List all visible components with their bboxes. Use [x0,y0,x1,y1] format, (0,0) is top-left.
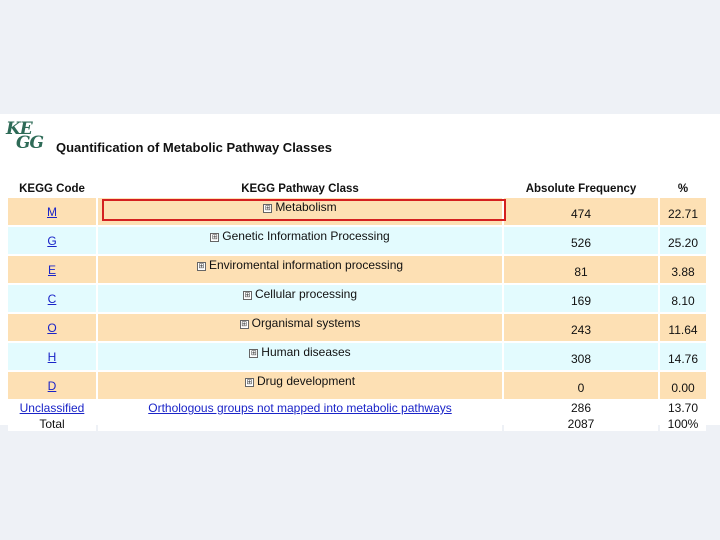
class-label: Human diseases [261,345,351,359]
percent-cell: 14.76 [660,343,706,370]
class-cell: ⊞ Human diseases [98,343,502,370]
code-cell: M [8,198,96,225]
frequency-cell: 308 [504,343,658,370]
expand-icon[interactable]: ⊞ [196,262,206,271]
class-label: Genetic Information Processing [222,229,390,243]
frequency-cell: 526 [504,227,658,254]
page-title: Quantification of Metabolic Pathway Clas… [56,140,332,155]
frequency-cell: 243 [504,314,658,341]
percent-cell: 11.64 [660,314,706,341]
kegg-logo: KE GG [6,121,44,153]
percent-cell: 0.00 [660,372,706,399]
code-link[interactable]: O [47,321,56,335]
code-cell: E [8,256,96,283]
percent-cell: 22.71 [660,198,706,225]
code-link[interactable]: H [48,350,57,364]
expand-icon[interactable]: ⊞ [242,291,252,300]
total-frequency: 2087 [504,417,658,431]
class-cell: ⊞ Organismal systems [98,314,502,341]
table-row: C ⊞ Cellular processing 169 8.10 [8,285,706,312]
table-row: D ⊞ Drug development 0 0.00 [8,372,706,399]
frequency-cell: 169 [504,285,658,312]
unclassified-link[interactable]: Unclassified [20,401,85,415]
logo-line-2: GG [16,133,44,153]
class-label: Organismal systems [251,316,361,330]
content-panel: KE GG Quantification of Metabolic Pathwa… [0,114,720,431]
code-cell: Unclassified [8,401,96,415]
table-row: H ⊞ Human diseases 308 14.76 [8,343,706,370]
total-row: Total 2087 100% [8,417,706,431]
column-header-percent: % [677,183,689,195]
empty-cell [98,417,502,431]
expand-icon[interactable]: ⊞ [244,378,254,387]
frequency-cell: 474 [504,198,658,225]
code-cell: C [8,285,96,312]
code-cell: D [8,372,96,399]
table-row: G ⊞ Genetic Information Processing 526 25.20 [8,227,706,254]
code-cell: O [8,314,96,341]
expand-icon[interactable]: ⊞ [210,233,220,242]
orthologous-groups-link[interactable]: Orthologous groups not mapped into metab… [148,401,452,415]
code-link[interactable]: M [47,205,57,219]
class-label: Drug development [256,374,356,388]
table-row: O ⊞ Organismal systems 243 11.64 [8,314,706,341]
frequency-cell: 81 [504,256,658,283]
unclassified-row: Unclassified Orthologous groups not mappe… [8,401,706,415]
percent-cell: 8.10 [660,285,706,312]
code-cell: G [8,227,96,254]
class-cell: ⊞ Enviromental information processing [98,256,502,283]
expand-icon[interactable]: ⊞ [249,349,259,358]
total-label: Total [8,417,96,431]
code-link[interactable]: C [48,292,57,306]
code-link[interactable]: D [48,379,57,393]
percent-cell: 25.20 [660,227,706,254]
table-row: E ⊞ Enviromental information processing 81 3… [8,256,706,283]
total-percent: 100% [660,417,706,431]
class-cell: ⊞ Drug development [98,372,502,399]
class-cell: ⊞ Cellular processing [98,285,502,312]
frequency-cell: 286 [504,401,658,415]
class-label: Cellular processing [254,287,358,301]
class-cell: Orthologous groups not mapped into metab… [98,401,502,415]
column-header-class: KEGG Pathway Class [241,183,359,195]
expand-icon[interactable]: ⊞ [239,320,249,329]
percent-cell: 13.70 [660,401,706,415]
class-label: Enviromental information processing [208,258,404,272]
code-cell: H [8,343,96,370]
code-link[interactable]: G [47,234,56,248]
class-cell: ⊞ Genetic Information Processing [98,227,502,254]
column-header-frequency: Absolute Frequency [525,183,637,195]
code-link[interactable]: E [48,263,56,277]
percent-cell: 3.88 [660,256,706,283]
highlight-box [102,199,506,221]
frequency-cell: 0 [504,372,658,399]
column-header-code: KEGG Code [19,183,85,195]
